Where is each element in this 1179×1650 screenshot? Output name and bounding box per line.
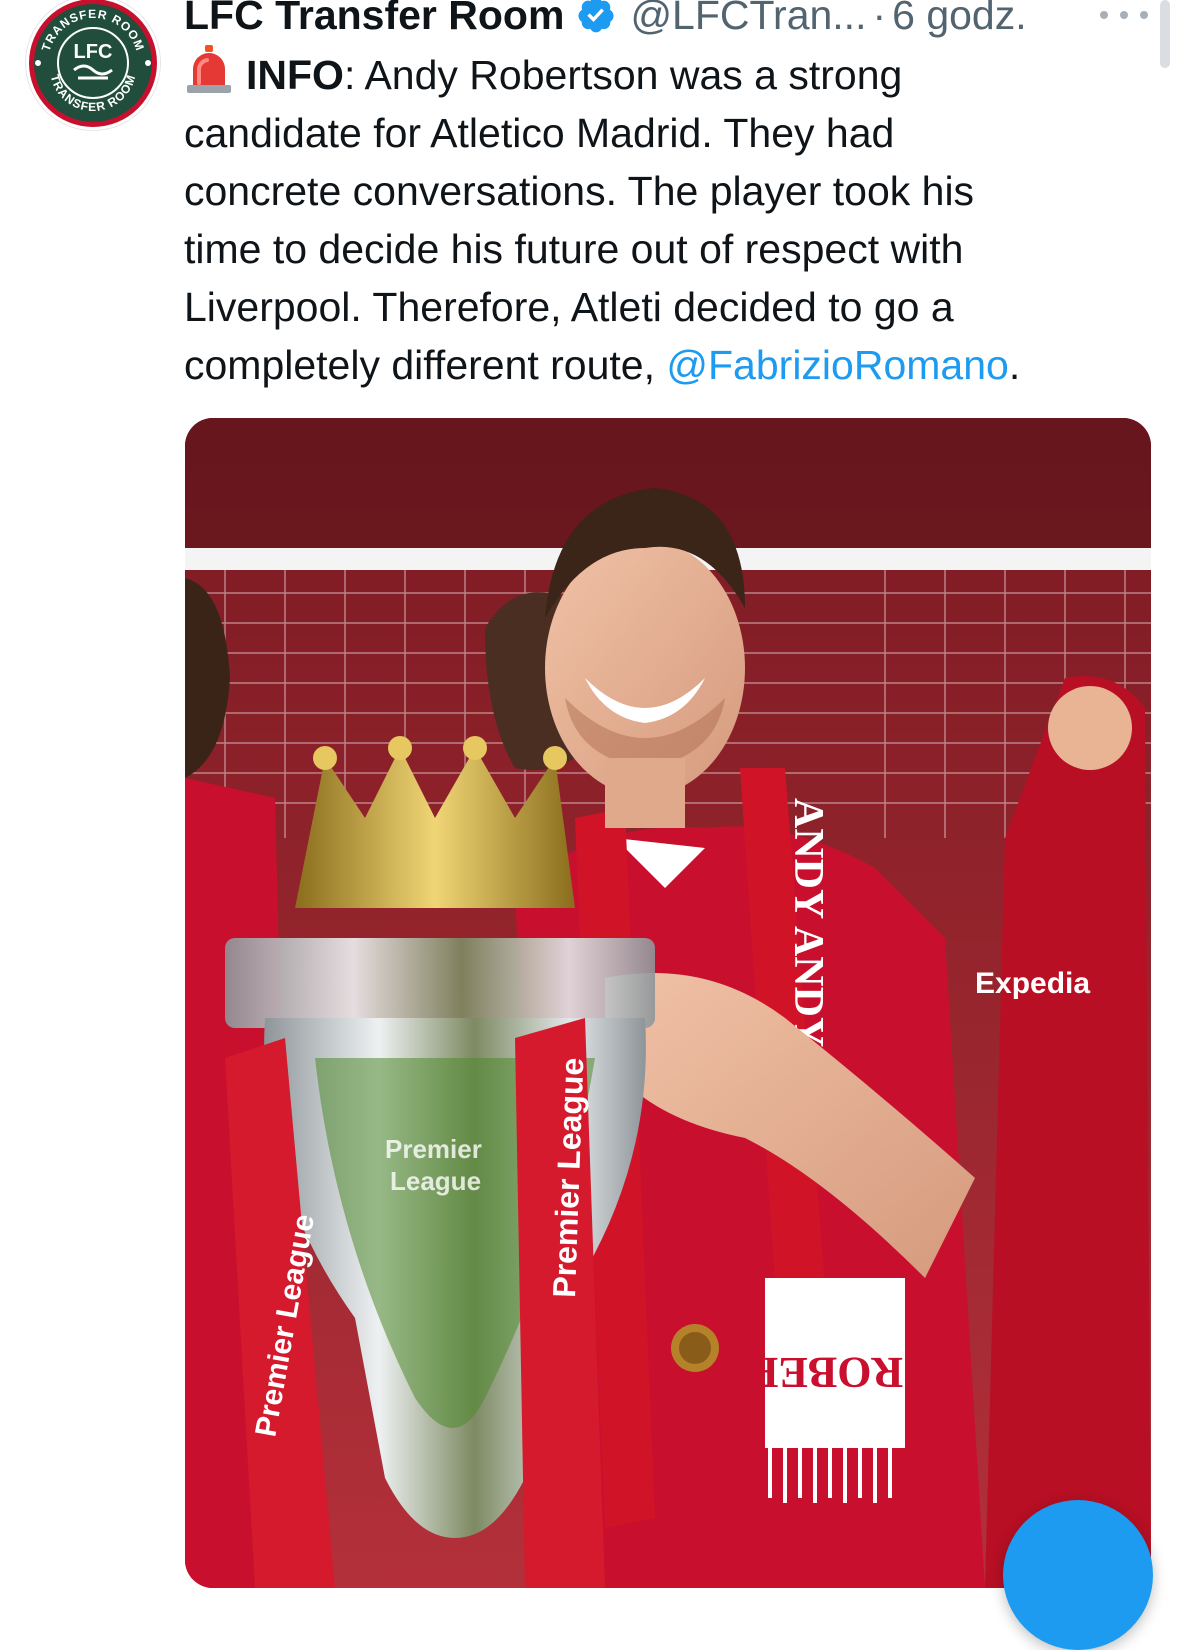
trophy-engraving-2: League xyxy=(390,1166,481,1196)
tweet-line-5: Liverpool. Therefore, Atleti decided to … xyxy=(184,284,954,330)
siren-emoji-icon xyxy=(187,45,231,93)
scarf-andy-text: ANDY ANDY xyxy=(785,798,831,1047)
tweet-media-photo[interactable]: ROBER ANDY ANDY Expedia Premier League P… xyxy=(185,418,1151,1588)
scarf-name-text: ROBER xyxy=(746,1348,904,1397)
tweet-line-6-end: . xyxy=(1008,342,1021,388)
tweet-timestamp[interactable]: 6 godz. xyxy=(892,0,1027,44)
tweet-line-3: concrete conversations. The player took … xyxy=(184,168,975,214)
info-label: INFO xyxy=(246,52,344,98)
trophy-engraving-1: Premier xyxy=(385,1134,482,1164)
shirt-sponsor-text: Expedia xyxy=(975,967,1090,1000)
tweet-line-6: completely different route, @FabrizioRom… xyxy=(184,336,1144,394)
header-separator: · xyxy=(872,0,887,38)
more-dot xyxy=(1120,11,1128,19)
tweet-line: INFO: Andy Robertson was a strong xyxy=(184,45,1144,104)
author-name[interactable]: LFC Transfer Room xyxy=(184,0,564,44)
tweet-line-2: candidate for Atletico Madrid. They had xyxy=(184,110,895,156)
more-options-icon[interactable] xyxy=(1100,0,1148,30)
verified-badge-icon xyxy=(578,0,614,33)
tweet-header: LFC Transfer Room @LFCTran... · 6 godz. xyxy=(184,0,1027,44)
more-dot xyxy=(1100,11,1108,19)
tweet-line-6-start: completely different route, xyxy=(184,342,667,388)
lfc-transfer-room-logo: TRANSFER ROOM TRANSFER ROOM LFC xyxy=(29,0,157,127)
more-dot xyxy=(1140,11,1148,19)
compose-fab-icon[interactable] xyxy=(1003,1500,1153,1650)
tweet-line-4: time to decide his future out of respect… xyxy=(184,226,964,272)
avatar-center-text: LFC xyxy=(74,41,113,63)
scrollbar[interactable] xyxy=(1160,0,1170,68)
mention-link[interactable]: @FabrizioRomano xyxy=(666,342,1008,388)
author-avatar[interactable]: TRANSFER ROOM TRANSFER ROOM LFC xyxy=(26,0,160,130)
celebration-photo: ROBER ANDY ANDY Expedia Premier League P… xyxy=(185,418,1151,1588)
tweet-line-1-rest: : Andy Robertson was a strong xyxy=(343,52,903,98)
tweet-text: INFO: Andy Robertson was a strong candid… xyxy=(184,45,1144,394)
author-handle[interactable]: @LFCTran... xyxy=(630,0,866,44)
